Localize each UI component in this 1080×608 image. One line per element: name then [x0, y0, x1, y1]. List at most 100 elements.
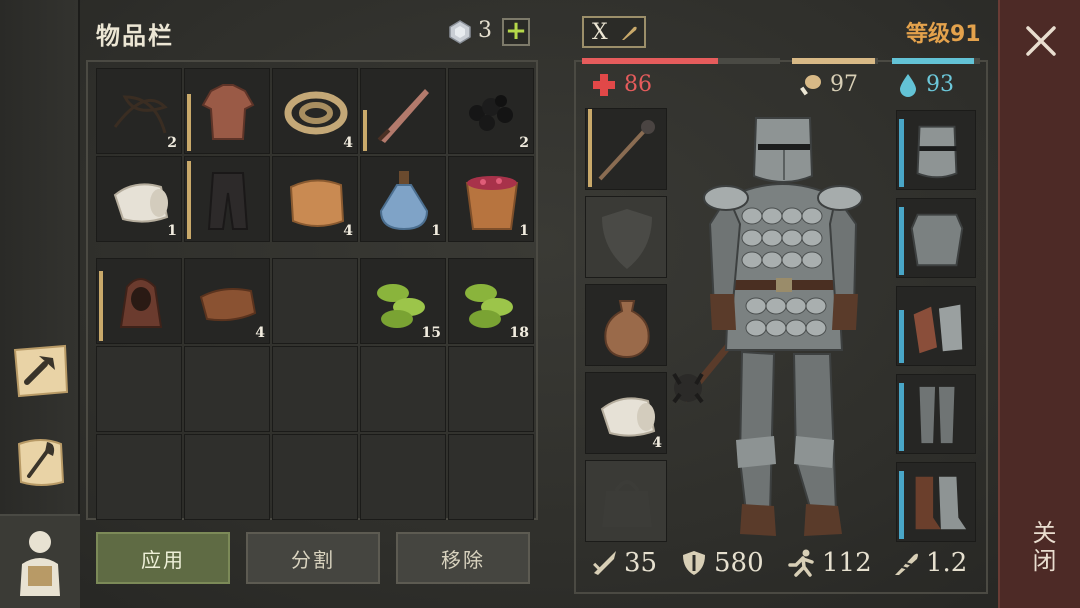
- inventory-slot-berry-bucket[interactable]: 1: [448, 156, 534, 242]
- inventory-slot-dagger[interactable]: [360, 68, 446, 154]
- attack-value: 35: [624, 548, 658, 578]
- feather-edit-icon: [622, 26, 637, 40]
- add-gems-button[interactable]: +: [502, 18, 530, 46]
- apply-button[interactable]: 应用: [96, 532, 230, 584]
- equip-slot-shield[interactable]: [585, 196, 667, 278]
- weight-stat: 1.2: [892, 548, 967, 578]
- armor-slot-boots[interactable]: [896, 462, 976, 542]
- health-value: 86: [624, 72, 652, 97]
- close-label[interactable]: 关闭: [1022, 520, 1060, 576]
- armor-durability-bar: [899, 382, 904, 451]
- inventory-slot-herbs[interactable]: 15: [360, 258, 446, 344]
- health-cross-icon: [593, 73, 615, 96]
- inventory-title: 物品栏: [96, 22, 174, 50]
- tab-journal[interactable]: [6, 422, 76, 502]
- chest-armor-icon: [910, 213, 964, 267]
- armor-durability-bar: [899, 470, 904, 539]
- armor-value: 580: [714, 548, 764, 578]
- water-stat: 93: [898, 72, 954, 97]
- inventory-slot-coiled-rope[interactable]: 4: [272, 68, 358, 154]
- gem-count: 3: [478, 18, 492, 43]
- item-quantity: 15: [421, 325, 441, 341]
- character-name: X: [592, 19, 608, 45]
- inventory-slot-empty[interactable]: [96, 346, 182, 432]
- inventory-slot-empty[interactable]: [96, 434, 182, 520]
- berry-bucket-icon: [465, 176, 519, 230]
- item-quantity: 4: [652, 435, 662, 451]
- knight-character-model: [672, 117, 863, 536]
- inventory-slot-cloth[interactable]: 4: [272, 156, 358, 242]
- water-drop-icon: [900, 73, 916, 97]
- close-icon[interactable]: [1024, 24, 1058, 58]
- leg-armor-icon: [919, 386, 955, 444]
- armor-slot-leg-armor[interactable]: [896, 374, 976, 454]
- equip-slot-mace[interactable]: [585, 108, 667, 190]
- inventory-slot-potion-bottle[interactable]: 1: [360, 156, 446, 242]
- inventory-slot-bandage-roll[interactable]: 1: [96, 156, 182, 242]
- armor-slot-chest-armor[interactable]: [896, 198, 976, 278]
- close-panel[interactable]: 关闭: [998, 0, 1080, 608]
- item-quantity: 4: [343, 223, 353, 239]
- left-tab-bar: [0, 0, 80, 608]
- cloth-icon: [289, 179, 345, 227]
- boots-icon: [915, 476, 967, 530]
- helmet-icon: [916, 125, 958, 179]
- game-screen: 物品栏 3 + 2 4 2 1 4 1 1 4 15 18 应用 分割 移除 X 等级91 86: [0, 0, 1080, 608]
- inventory-slot-empty[interactable]: [184, 346, 270, 432]
- dagger-icon: [377, 89, 429, 143]
- inventory-slot-leather-shirt[interactable]: [184, 68, 270, 154]
- pouch-icon: [604, 300, 650, 359]
- inventory-slot-coal[interactable]: 2: [448, 68, 534, 154]
- food-stat: 97: [798, 72, 858, 97]
- inventory-slot-empty[interactable]: [184, 434, 270, 520]
- health-bar-fill: [582, 58, 719, 64]
- armor-durability-bar: [899, 309, 904, 363]
- speed-stat: 112: [786, 548, 872, 578]
- tab-character[interactable]: [0, 514, 80, 608]
- inventory-slot-leather-scrap[interactable]: 4: [184, 258, 270, 344]
- leather-shirt-icon: [201, 84, 255, 140]
- armor-slot-helmet[interactable]: [896, 110, 976, 190]
- equip-slot-pouch[interactable]: [585, 284, 667, 366]
- inventory-slot-empty[interactable]: [448, 346, 534, 432]
- feather-weight-icon: [895, 553, 918, 575]
- durability-bar: [588, 109, 592, 187]
- hammer-map-icon: [13, 344, 69, 398]
- equip-slot-bag[interactable]: [585, 460, 667, 542]
- armor-durability-bar: [899, 118, 904, 187]
- health-stat: 86: [592, 72, 652, 97]
- inventory-slot-empty[interactable]: [360, 346, 446, 432]
- gem-icon: [449, 20, 471, 44]
- remove-button[interactable]: 移除: [396, 532, 530, 584]
- durability-bar: [363, 110, 367, 151]
- equip-slot-bandage-roll[interactable]: 4: [585, 372, 667, 454]
- bandage-roll-icon: [113, 183, 169, 223]
- inventory-slot-empty[interactable]: [272, 434, 358, 520]
- inventory-slot-herbs[interactable]: 18: [448, 258, 534, 344]
- inventory-slot-hood[interactable]: [96, 258, 182, 344]
- character-name-box[interactable]: X: [582, 16, 646, 48]
- inventory-slot-leather-pants[interactable]: [184, 156, 270, 242]
- running-man-icon: [788, 549, 814, 577]
- durability-bar: [187, 161, 191, 239]
- item-quantity: 1: [167, 223, 177, 239]
- split-button[interactable]: 分割: [246, 532, 380, 584]
- inventory-slot-empty[interactable]: [272, 346, 358, 432]
- water-value: 93: [926, 72, 954, 97]
- durability-bar: [99, 271, 103, 341]
- inventory-slot-empty[interactable]: [360, 434, 446, 520]
- sword-icon: [593, 551, 616, 575]
- gauntlets-icon: [913, 304, 963, 354]
- item-quantity: 4: [255, 325, 265, 341]
- shield-stat-icon: [683, 551, 705, 575]
- durability-bar: [187, 93, 191, 151]
- water-bar: [892, 58, 980, 64]
- armor-slot-gauntlets[interactable]: [896, 286, 976, 366]
- tab-crafting[interactable]: [6, 330, 76, 410]
- character-level: 等级91: [906, 22, 981, 47]
- item-quantity: 2: [167, 135, 177, 151]
- inventory-slot-rope[interactable]: 2: [96, 68, 182, 154]
- inventory-slot-empty[interactable]: [448, 434, 534, 520]
- hood-icon: [119, 278, 163, 328]
- inventory-slot-empty[interactable]: [272, 258, 358, 344]
